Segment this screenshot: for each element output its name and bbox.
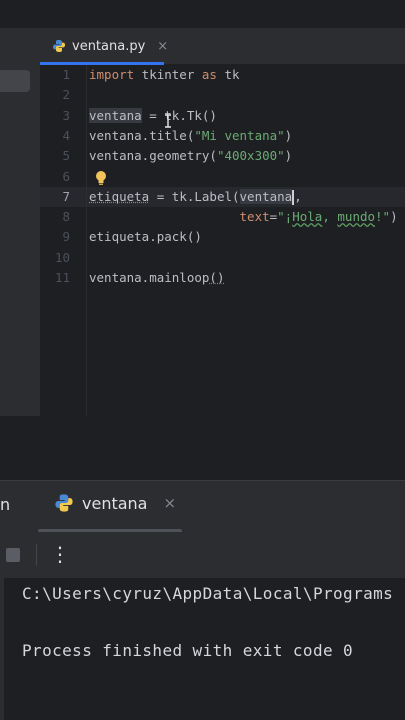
code-token: tk [216,67,240,82]
code-line[interactable]: 8 text="¡Hola, mundo!") [40,207,405,227]
line-number: 4 [62,127,70,143]
code-line[interactable]: 5 ventana.geometry("400x300") [40,146,405,166]
code-token: ventana.title( [89,127,195,143]
lightbulb-icon[interactable] [94,170,108,186]
text-cursor-icon [165,114,171,128]
code-token: text [239,209,270,225]
code-token: ventana [239,188,293,204]
run-tab-title: ventana [82,493,148,513]
line-number: 10 [54,249,70,265]
code-token: ventana.geometry( [89,148,217,164]
code-token: etiqueta [89,188,150,204]
code-text: ventana.title("Mi ventana") [89,126,292,146]
line-number: 7 [62,188,70,204]
code-text: text="¡Hola, mundo!") [89,207,398,227]
toolbar-divider [36,544,37,566]
code-token: mundo [337,209,376,225]
code-token: () [209,270,225,285]
code-line[interactable]: 1 import tkinter as tk [40,65,405,85]
more-options-icon[interactable]: ⋮ [50,542,70,566]
line-number: 9 [62,229,70,245]
python-icon [55,494,73,512]
code-token: ) [284,148,293,164]
code-token: = tk.Label( [149,188,240,204]
editor-tab-title: ventana.py [72,38,146,54]
code-text: etiqueta = tk.Label(ventana, [89,187,302,207]
code-line[interactable]: 2 [40,85,405,105]
run-tool-window-header: n ventana × [0,480,405,533]
code-token: Hola [292,209,323,225]
code-token: "Mi ventana" [194,127,285,143]
editor-tab-ventana[interactable]: ventana.py × [52,28,168,64]
code-text: ventana = tk.Tk() [89,106,217,126]
code-token: "400x300" [216,148,285,164]
console-exit-line: Process finished with exit code 0 [22,641,354,660]
code-token: "¡ [277,209,293,225]
run-tab-left-label[interactable]: n [0,495,10,514]
console-gutter [0,578,4,720]
close-icon[interactable]: × [163,494,176,512]
code-token: as [201,67,217,82]
line-number: 5 [62,148,70,164]
run-toolbar: ⋮ [0,532,405,578]
editor-tab-bar: ventana.py × [40,28,405,65]
console-output[interactable]: C:\Users\cyruz\AppData\Local\Programs Pr… [0,578,405,720]
title-bar [0,0,405,28]
code-token: tkinter [134,67,202,82]
code-token: = tk.Tk() [141,107,217,123]
code-token: ventana [89,107,142,123]
line-number: 6 [62,168,70,184]
code-line[interactable]: 7 etiqueta = tk.Label(ventana, [40,187,405,207]
editor-empty-area [0,416,405,480]
code-token: ventana.mainloop [89,270,210,285]
line-number: 11 [54,270,70,285]
code-token: etiqueta.pack() [89,229,202,245]
code-line[interactable]: 3 ventana = tk.Tk() [40,106,405,126]
line-number: 1 [62,67,70,82]
code-token: , [294,188,302,204]
selected-tool-button[interactable] [0,70,30,92]
code-token: !" [375,209,391,225]
code-editor[interactable]: 1 import tkinter as tk 2 3 ventana = tk.Tk()… [40,65,405,416]
code-text: ventana.mainloop() [89,268,224,288]
line-number: 2 [62,87,70,103]
code-line[interactable]: 4 ventana.title("Mi ventana") [40,126,405,146]
code-line[interactable]: 10 [40,248,405,268]
code-line[interactable]: 9 etiqueta.pack() [40,227,405,247]
code-line[interactable]: 11 ventana.mainloop() [40,268,405,288]
close-icon[interactable]: × [157,39,168,54]
line-number: 8 [62,209,70,225]
code-text: etiqueta.pack() [89,227,202,247]
code-token: , [322,209,338,225]
code-token: ) [284,127,293,143]
code-text: ventana.geometry("400x300") [89,146,292,166]
code-token: ) [390,209,398,225]
code-text: import tkinter as tk [89,65,240,85]
code-token: import [89,67,135,82]
project-tool-strip [0,28,40,416]
python-icon [53,40,65,52]
console-path-line: C:\Users\cyruz\AppData\Local\Programs [22,584,394,603]
line-number: 3 [62,107,70,123]
stop-icon[interactable] [6,548,20,562]
run-tab-ventana[interactable]: ventana × [54,493,176,513]
